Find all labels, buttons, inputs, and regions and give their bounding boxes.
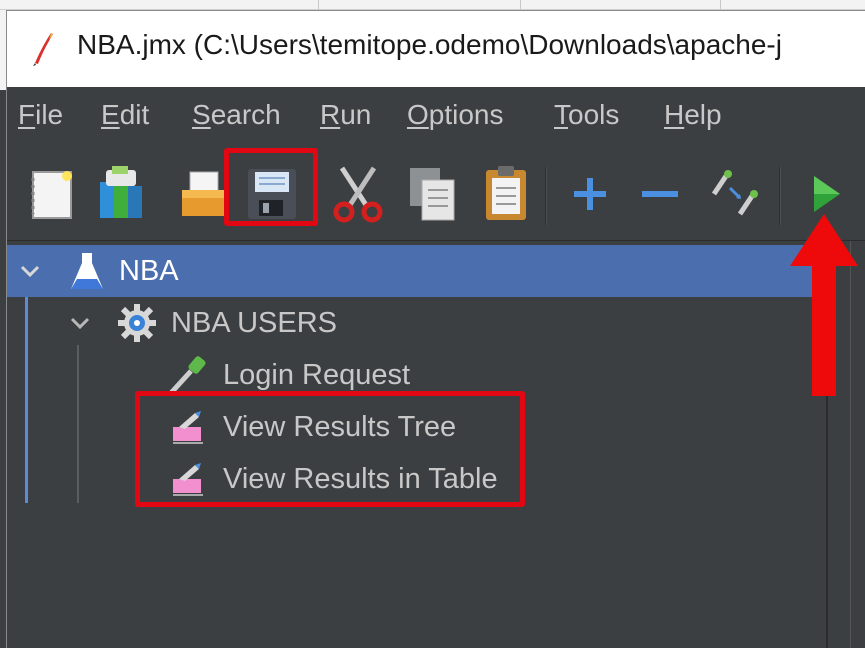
menu-edit[interactable]: Edit bbox=[101, 99, 149, 131]
tree-node-test-plan[interactable]: NBA bbox=[7, 245, 819, 297]
start-icon bbox=[814, 176, 840, 212]
jmeter-window: NBA.jmx (C:\Users\temitope.odemo\Downloa… bbox=[6, 10, 865, 648]
collapse-icon bbox=[642, 191, 678, 197]
menu-tools[interactable]: Tools bbox=[554, 99, 619, 131]
tree-node-thread-group[interactable]: NBA USERS bbox=[7, 297, 819, 349]
listeners-highlight bbox=[135, 391, 525, 507]
cut-icon bbox=[333, 166, 383, 223]
menu-search[interactable]: Search bbox=[192, 99, 281, 131]
toggle-button[interactable] bbox=[701, 157, 767, 231]
toggle-icon bbox=[711, 170, 758, 216]
toolbar-separator bbox=[545, 167, 547, 225]
menu-help[interactable]: Help bbox=[664, 99, 722, 131]
thread-group-icon bbox=[118, 304, 156, 342]
save-button-highlight bbox=[224, 148, 318, 226]
menu-bar: File Edit Search Run Options Tools Help bbox=[7, 87, 865, 145]
arrow-up-icon bbox=[790, 214, 858, 396]
tree-node-label: NBA USERS bbox=[171, 306, 337, 339]
title-bar: NBA.jmx (C:\Users\temitope.odemo\Downloa… bbox=[7, 11, 865, 87]
toolbar bbox=[7, 145, 865, 241]
new-button[interactable] bbox=[19, 157, 85, 231]
templates-button[interactable] bbox=[87, 157, 153, 231]
menu-options[interactable]: Options bbox=[407, 99, 504, 131]
copy-icon bbox=[410, 168, 455, 221]
new-icon bbox=[31, 171, 72, 219]
expand-icon bbox=[574, 178, 606, 210]
expand-all-button[interactable] bbox=[557, 157, 623, 231]
templates-icon bbox=[100, 166, 142, 218]
tree-node-label: Login Request bbox=[223, 358, 411, 391]
menu-file[interactable]: File bbox=[18, 99, 63, 131]
test-plan-icon bbox=[71, 253, 103, 289]
paste-button[interactable] bbox=[473, 157, 539, 231]
cut-button[interactable] bbox=[325, 157, 391, 231]
chevron-down-icon[interactable] bbox=[69, 312, 91, 334]
jmeter-feather-icon bbox=[33, 33, 53, 66]
window-title: NBA.jmx (C:\Users\temitope.odemo\Downloa… bbox=[77, 29, 782, 60]
chevron-down-icon[interactable] bbox=[19, 260, 41, 282]
background-window-strip bbox=[0, 0, 865, 10]
paste-icon bbox=[486, 166, 526, 220]
collapse-all-button[interactable] bbox=[627, 157, 693, 231]
tree-node-label: NBA bbox=[119, 254, 179, 287]
copy-button[interactable] bbox=[399, 157, 465, 231]
toolbar-separator bbox=[779, 167, 781, 225]
menu-run[interactable]: Run bbox=[320, 99, 371, 131]
